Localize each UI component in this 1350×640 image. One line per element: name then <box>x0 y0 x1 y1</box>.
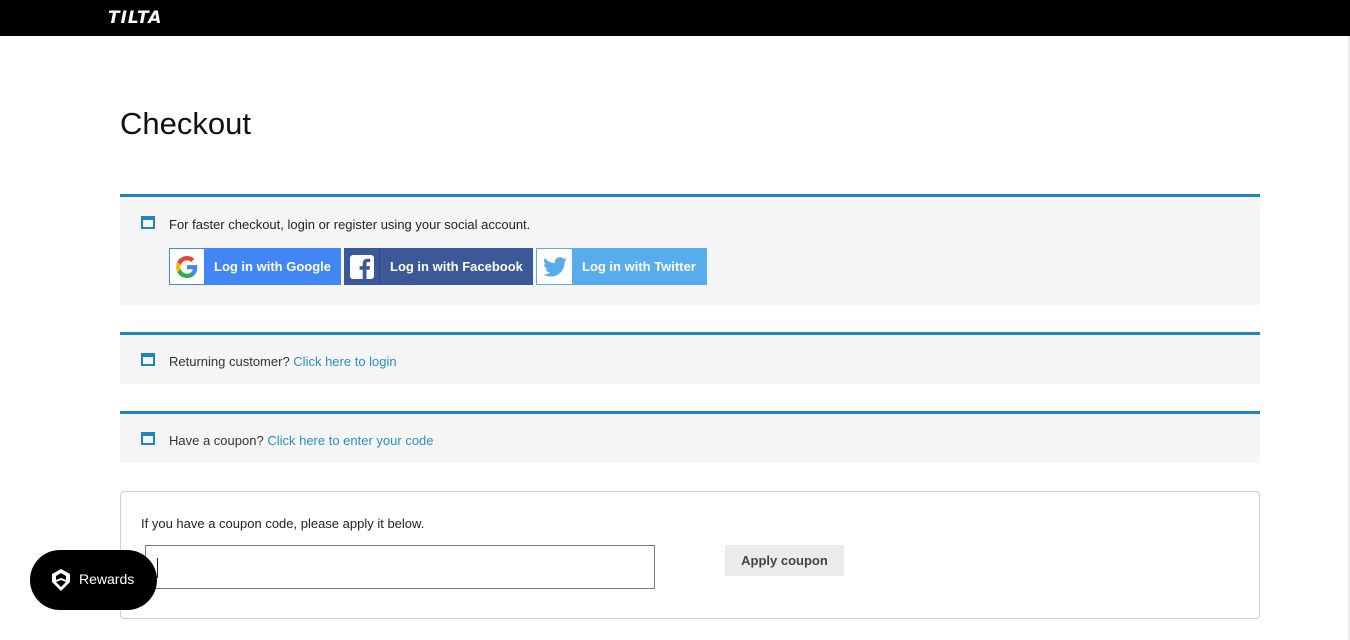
facebook-login-label: Log in with Facebook <box>390 259 523 274</box>
coupon-notice: Have a coupon? Click here to enter your … <box>120 411 1260 463</box>
coupon-notice-text: Have a coupon? Click here to enter your … <box>169 433 434 449</box>
window-icon <box>141 432 155 445</box>
facebook-f-icon <box>345 249 380 284</box>
rewards-badge-icon <box>52 569 70 591</box>
login-link[interactable]: Click here to login <box>293 354 396 369</box>
twitter-login-button[interactable]: Log in with Twitter <box>536 248 707 285</box>
top-bar: TILTA <box>0 0 1350 36</box>
coupon-code-input[interactable] <box>145 545 655 589</box>
rewards-launcher-button[interactable]: Rewards <box>30 550 157 610</box>
facebook-login-button[interactable]: Log in with Facebook <box>344 248 533 285</box>
coupon-question: Have a coupon? <box>169 433 264 448</box>
coupon-description: If you have a coupon code, please apply … <box>141 516 425 531</box>
rewards-label: Rewards <box>79 571 135 587</box>
returning-customer-question: Returning customer? <box>169 354 290 369</box>
tilta-logo[interactable]: TILTA <box>108 9 162 27</box>
twitter-bird-icon <box>537 249 572 284</box>
twitter-login-label: Log in with Twitter <box>582 259 696 274</box>
text-caret <box>157 558 158 578</box>
window-icon <box>141 353 155 366</box>
returning-customer-notice: Returning customer? Click here to login <box>120 332 1260 384</box>
social-login-text: For faster checkout, login or register u… <box>169 217 531 232</box>
enter-coupon-link[interactable]: Click here to enter your code <box>267 433 433 448</box>
page-title: Checkout <box>120 106 251 141</box>
google-login-label: Log in with Google <box>214 259 331 274</box>
coupon-form: If you have a coupon code, please apply … <box>120 491 1260 619</box>
returning-customer-text: Returning customer? Click here to login <box>169 354 397 370</box>
google-g-icon <box>170 249 204 284</box>
social-login-notice: For faster checkout, login or register u… <box>120 194 1260 305</box>
window-icon <box>141 216 155 229</box>
apply-coupon-button[interactable]: Apply coupon <box>725 545 844 576</box>
google-login-button[interactable]: Log in with Google <box>169 248 341 285</box>
